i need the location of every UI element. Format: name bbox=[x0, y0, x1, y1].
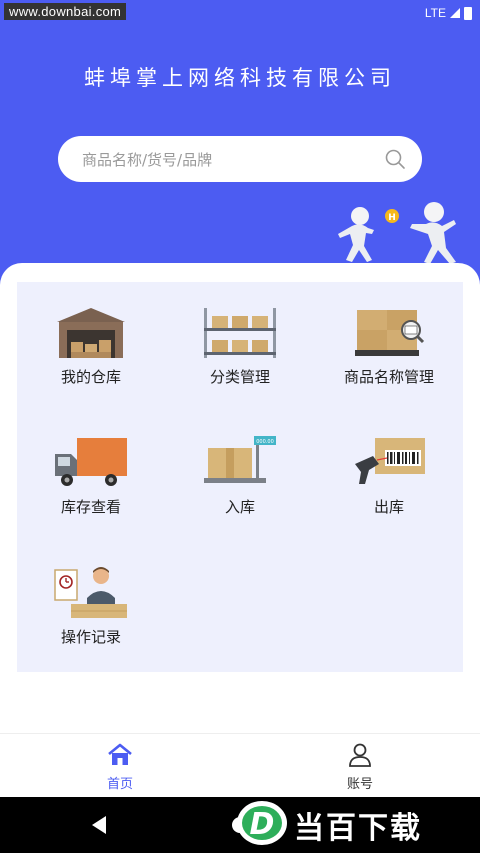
menu-item-label: 入库 bbox=[224, 498, 255, 516]
menu-item-label: 分类管理 bbox=[209, 368, 270, 386]
back-icon[interactable] bbox=[90, 815, 108, 835]
warehouse-icon bbox=[57, 308, 125, 358]
tab-label-home: 首页 bbox=[106, 777, 133, 792]
bottom-tab-bar: 首页 账号 bbox=[0, 733, 480, 798]
search-icon[interactable] bbox=[384, 148, 406, 170]
battery-icon bbox=[464, 6, 472, 20]
svg-text:H: H bbox=[388, 213, 396, 223]
menu-item-my-warehouse[interactable]: 我的仓库 bbox=[17, 282, 165, 402]
menu-item-label: 库存查看 bbox=[60, 498, 121, 516]
header-banner: www.downbai.com LTE 蚌埠掌上网络科技有限公司 商品名称/货号… bbox=[0, 0, 480, 300]
user-icon bbox=[349, 743, 371, 767]
status-indicators: LTE bbox=[425, 6, 472, 20]
watermark-logo: D 当百下载 bbox=[236, 799, 476, 847]
svg-text:D: D bbox=[250, 807, 275, 842]
menu-item-label: 出库 bbox=[373, 498, 404, 516]
site-watermark: www.downbai.com bbox=[4, 3, 127, 20]
menu-item-stock-view[interactable]: 库存查看 bbox=[17, 412, 165, 532]
menu-item-category[interactable]: 分类管理 bbox=[166, 282, 314, 402]
svg-text:000.00: 000.00 bbox=[256, 439, 274, 445]
network-type: LTE bbox=[424, 6, 446, 20]
scale-icon: 000.00 bbox=[204, 436, 276, 483]
shelf-icon bbox=[204, 308, 276, 358]
menu-item-outbound[interactable]: 出库 bbox=[315, 412, 463, 532]
search-input[interactable]: 商品名称/货号/品牌 bbox=[82, 149, 212, 170]
scanner-icon bbox=[355, 438, 425, 484]
pallet-icon bbox=[355, 310, 425, 356]
search-bar[interactable]: 商品名称/货号/品牌 bbox=[58, 136, 422, 182]
home-icon bbox=[108, 743, 132, 765]
worker-icon bbox=[54, 567, 127, 618]
tab-home[interactable]: 首页 bbox=[0, 734, 240, 798]
company-title: 蚌埠掌上网络科技有限公司 bbox=[84, 66, 396, 90]
menu-item-inbound[interactable]: 000.00 入库 bbox=[166, 412, 314, 532]
menu-item-operation-log[interactable]: 操作记录 bbox=[17, 542, 165, 662]
watermark-d-icon: D bbox=[237, 801, 287, 845]
figures-illustration-icon: H bbox=[338, 202, 456, 264]
menu-item-label: 操作记录 bbox=[60, 628, 121, 646]
menu-item-product-names[interactable]: 商品名称管理 bbox=[315, 282, 463, 402]
status-bar: www.downbai.com LTE bbox=[0, 0, 480, 28]
menu-grid: 我的仓库 分类管理 商品名称管理 库存查看 000.00 入库 出库 操作记录 bbox=[17, 282, 463, 672]
truck-icon bbox=[55, 438, 127, 486]
menu-item-label: 商品名称管理 bbox=[343, 368, 434, 386]
menu-item-label: 我的仓库 bbox=[60, 368, 121, 386]
tab-label-account: 账号 bbox=[346, 777, 373, 792]
signal-icon bbox=[450, 8, 460, 18]
watermark-text: 当百下载 bbox=[294, 811, 422, 846]
tab-account[interactable]: 账号 bbox=[240, 734, 480, 798]
